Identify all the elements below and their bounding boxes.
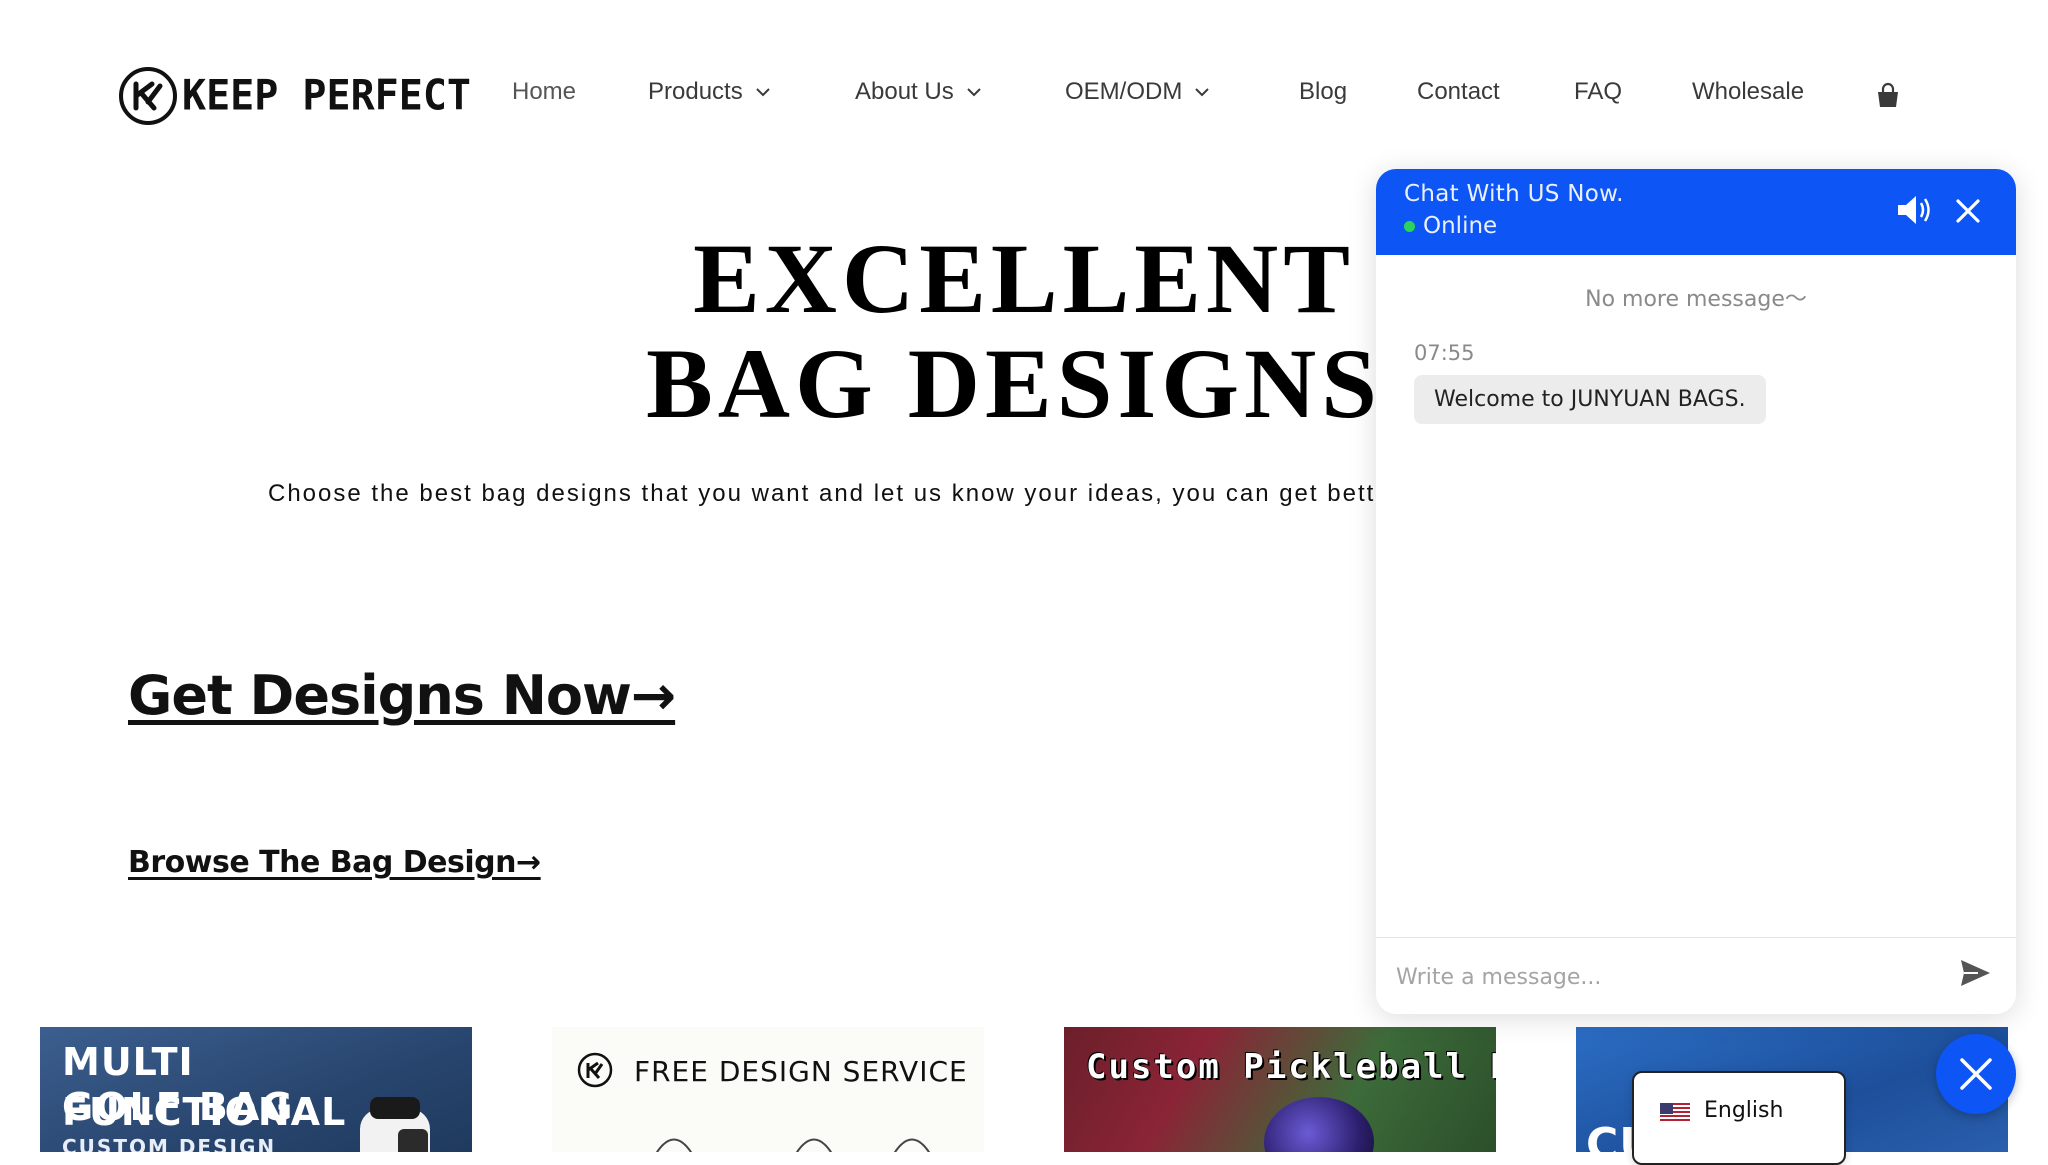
golf-bag-image xyxy=(360,1097,430,1152)
nav-blog[interactable]: Blog xyxy=(1299,78,1347,106)
tile-subheading: GOLF BAG xyxy=(62,1085,295,1129)
close-icon[interactable] xyxy=(1954,197,1982,225)
tile-heading: Custom Pickleball Bag xyxy=(1086,1047,1496,1087)
chat-header: Chat With US Now. Online xyxy=(1376,169,2016,255)
send-icon[interactable] xyxy=(1958,956,1992,990)
logo-icon xyxy=(577,1052,613,1088)
nav-products[interactable]: Products xyxy=(648,78,771,106)
chevron-down-icon xyxy=(756,88,770,97)
language-label: English xyxy=(1704,1098,1784,1123)
nav-products-label: Products xyxy=(648,78,743,105)
message-timestamp: 07:55 xyxy=(1414,341,1475,365)
nav-oem-label: OEM/ODM xyxy=(1065,78,1183,105)
chat-title: Chat With US Now. xyxy=(1404,181,1624,207)
online-dot-icon xyxy=(1404,220,1415,232)
browse-bag-design-link[interactable]: Browse The Bag Design→ xyxy=(128,845,541,880)
message-bubble: Welcome to JUNYUAN BAGS. xyxy=(1414,375,1766,424)
shopping-bag-icon[interactable] xyxy=(1874,82,1902,110)
chevron-down-icon xyxy=(1195,88,1210,97)
speaker-icon[interactable] xyxy=(1894,193,1934,227)
nav-contact-label: Contact xyxy=(1417,78,1500,105)
site-logo[interactable]: KEEP PERFECT xyxy=(118,66,471,126)
chat-composer xyxy=(1376,937,2016,1014)
language-selector[interactable]: English xyxy=(1632,1071,1846,1165)
nav-about-us[interactable]: About Us xyxy=(855,78,982,106)
nav-wholesale[interactable]: Wholesale xyxy=(1692,78,1804,106)
no-more-message: No more message～ xyxy=(1585,287,1807,312)
chevron-down-icon xyxy=(967,88,981,97)
tile-heading: FREE DESIGN SERVICE xyxy=(634,1055,968,1088)
nav-about-label: About Us xyxy=(855,78,954,105)
chat-message-input[interactable] xyxy=(1394,956,1938,998)
close-icon xyxy=(1960,1058,1992,1090)
pickleball-paddle-image xyxy=(1264,1097,1374,1152)
chat-toggle-button[interactable] xyxy=(1936,1034,2016,1114)
nav-home[interactable]: Home xyxy=(512,78,576,106)
logo-text: KEEP PERFECT xyxy=(182,71,471,121)
chat-status: Online xyxy=(1404,213,1497,239)
nav-contact[interactable]: Contact xyxy=(1417,78,1500,106)
nav-home-label: Home xyxy=(512,78,577,105)
bag-sketch-image xyxy=(656,1138,692,1152)
site-header: KEEP PERFECT Home Products About Us OEM/… xyxy=(0,0,2048,195)
chat-status-label: Online xyxy=(1423,213,1498,239)
nav-faq-label: FAQ xyxy=(1574,78,1623,105)
bag-sketch-image xyxy=(796,1138,832,1152)
tile-caption: CUSTOM DESIGN xyxy=(62,1135,277,1152)
chat-widget: Chat With US Now. Online No more message… xyxy=(1376,169,2016,1014)
nav-blog-label: Blog xyxy=(1299,78,1348,105)
nav-faq[interactable]: FAQ xyxy=(1574,78,1622,106)
nav-wholesale-label: Wholesale xyxy=(1692,78,1805,105)
product-tile-pickleball-bag[interactable]: Custom Pickleball Bag xyxy=(1064,1027,1496,1152)
product-tile-golf-bag[interactable]: MULTI FUNCTIONAL GOLF BAG CUSTOM DESIGN xyxy=(40,1027,472,1152)
logo-icon xyxy=(119,67,177,125)
hero-subtitle: Choose the best bag designs that you wan… xyxy=(268,480,1391,507)
nav-oem-odm[interactable]: OEM/ODM xyxy=(1065,78,1210,106)
us-flag-icon xyxy=(1660,1103,1690,1123)
bag-sketch-image xyxy=(894,1138,930,1152)
product-tile-free-design[interactable]: FREE DESIGN SERVICE xyxy=(552,1027,984,1152)
get-designs-link[interactable]: Get Designs Now→ xyxy=(128,664,676,727)
